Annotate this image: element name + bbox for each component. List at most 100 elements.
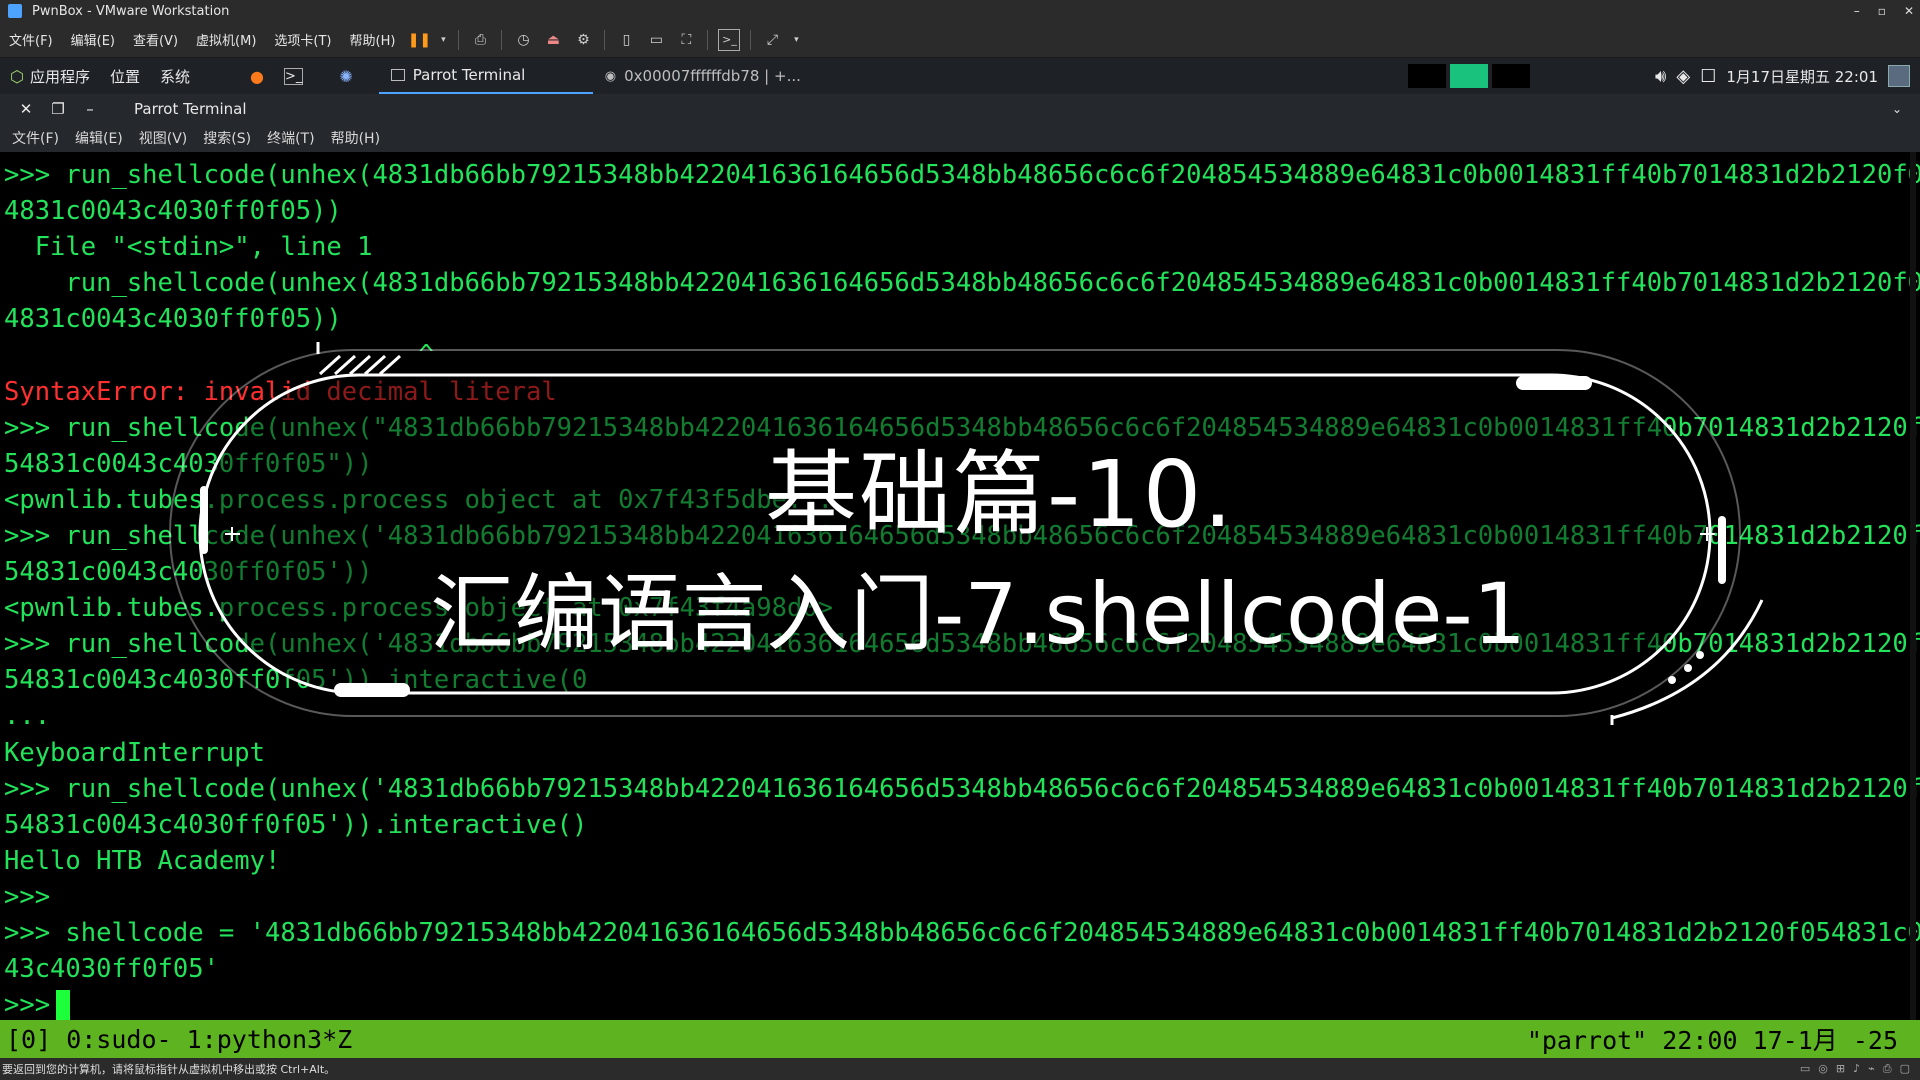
applications-menu[interactable]: ⬡ 应用程序	[0, 66, 100, 87]
terminal-menu-edit[interactable]: 编辑(E)	[67, 128, 131, 148]
toolbar-divider	[501, 29, 503, 50]
firefox-launcher[interactable]: ●	[240, 67, 274, 86]
terminal-line: 43c4030ff0f05'	[4, 954, 219, 985]
places-menu[interactable]: 位置	[100, 66, 150, 87]
console-view-icon[interactable]: >_	[718, 28, 741, 51]
toolbar-divider	[707, 29, 709, 50]
window-controls: – ▫ ✕	[1854, 0, 1914, 22]
terminal-line: 54831c0043c4030ff0f05')).interactive()	[4, 809, 588, 840]
display-icon[interactable]: ▢	[1900, 1062, 1910, 1076]
menu-file[interactable]: 文件(F)	[0, 30, 62, 49]
notification-icon[interactable]: ☐	[1700, 66, 1716, 87]
taskbar-item-terminal[interactable]: Parrot Terminal	[378, 58, 593, 94]
library-view-icon[interactable]: ▯	[615, 29, 637, 51]
terminal-line: 4831c0043c4030ff0f05))	[4, 196, 342, 227]
hdd-icon[interactable]: ▭	[1800, 1062, 1810, 1076]
menu-edit[interactable]: 编辑(E)	[62, 30, 124, 49]
volume-icon[interactable]: 🔊︎	[1655, 66, 1666, 87]
cd-icon[interactable]: ◎	[1818, 1062, 1828, 1076]
snapshot-icon[interactable]: ◷	[512, 29, 534, 51]
menu-view[interactable]: 查看(V)	[124, 30, 187, 49]
terminal-line: 54831c0043c4030ff0f05'))	[4, 557, 373, 588]
terminal-launcher[interactable]: >_	[274, 67, 313, 85]
terminal-line: >>> run_shellcode(unhex('4831db66bb79215…	[4, 629, 1920, 660]
terminal-menu-help[interactable]: 帮助(H)	[323, 128, 388, 148]
terminal-menu-search[interactable]: 搜索(S)	[195, 128, 259, 148]
terminal-line: >>> run_shellcode(unhex("4831db66bb79215…	[4, 412, 1920, 443]
system-menu[interactable]: 系统	[150, 66, 200, 87]
fullscreen-icon[interactable]: ⛶	[675, 29, 697, 51]
terminal-line: <pwnlib.tubes.process.process object at …	[4, 593, 834, 624]
workspace-3[interactable]	[1492, 64, 1530, 88]
system-tray: 🔊︎ ◈ ☐ 1月17日星期五 22:01	[1655, 58, 1910, 94]
terminal-title: Parrot Terminal	[134, 100, 247, 118]
terminal-line: 54831c0043c4030ff0f05')).interactive(0	[4, 665, 588, 696]
terminal-icon: >_	[283, 67, 304, 85]
terminal-line: ^	[4, 340, 434, 371]
chevron-down-icon[interactable]: ⌄	[1892, 102, 1902, 116]
network-adapter-icon[interactable]: ⊞	[1836, 1062, 1845, 1076]
toolbar-divider	[458, 29, 460, 50]
terminal-menu-file[interactable]: 文件(F)	[4, 128, 67, 148]
parrot-cube-icon: ⬡	[10, 66, 24, 86]
vmware-titlebar: PwnBox - VMware Workstation – ▫ ✕	[0, 0, 1920, 22]
prompt: >>>	[4, 990, 51, 1020]
tmux-host-time: "parrot" 22:00 17-1月 -25	[1526, 1026, 1898, 1055]
device-icons: ▭ ◎ ⊞ ♪ ⌁ ⎙ ▢	[1800, 1062, 1910, 1076]
network-icon[interactable]: ◈	[1676, 66, 1690, 87]
vmware-menubar: 文件(F) 编辑(E) 查看(V) 虚拟机(M) 选项卡(T) 帮助(H) ❚❚…	[0, 22, 1920, 58]
terminal-line: KeyboardInterrupt	[4, 737, 265, 768]
minimize-button[interactable]: –	[1854, 4, 1860, 18]
printer-icon[interactable]: ⎙	[1883, 1062, 1892, 1076]
terminal-menu-view[interactable]: 视图(V)	[131, 128, 196, 148]
terminal-menu-terminal[interactable]: 终端(T)	[259, 128, 322, 148]
terminal-line: >>> run_shellcode(unhex(4831db66bb792153…	[4, 160, 1920, 190]
usb-icon[interactable]: ⌁	[1868, 1062, 1875, 1076]
terminal-line: run_shellcode(unhex(4831db66bb79215348bb…	[4, 268, 1920, 299]
minimize-icon[interactable]: –	[74, 100, 106, 118]
scrollbar[interactable]	[1910, 152, 1916, 1020]
terminal-line: >>> run_shellcode(unhex('4831db66bb79215…	[4, 520, 1920, 551]
terminal-line: File "<stdin>", line 1	[4, 232, 373, 263]
applications-label: 应用程序	[29, 67, 90, 86]
taskbar-item-debugger[interactable]: ◉ 0x00007ffffffdb78 | +...	[593, 58, 813, 94]
settings-launcher[interactable]: ✺	[329, 67, 362, 86]
menu-help[interactable]: 帮助(H)	[341, 30, 405, 49]
menu-vm[interactable]: 虚拟机(M)	[187, 30, 265, 49]
maximize-button[interactable]: ▫	[1878, 4, 1886, 18]
dropdown-icon[interactable]: ▾	[791, 29, 801, 51]
thumbnail-view-icon[interactable]: ▭	[645, 29, 667, 51]
toolbar-divider	[604, 29, 606, 50]
stretch-icon[interactable]: ⤢	[761, 29, 783, 51]
terminal-titlebar: ✕ ❐ – Parrot Terminal ⌄	[0, 94, 1920, 124]
window-icon	[390, 69, 405, 81]
send-keys-icon[interactable]: ⎙	[469, 29, 491, 51]
terminal-prompt-line: >>>	[4, 987, 1904, 1020]
terminal-line: >>>	[4, 881, 51, 912]
workspace-switcher	[1408, 64, 1530, 88]
dropdown-icon[interactable]: ▾	[438, 29, 448, 51]
terminal-line: Hello HTB Academy!	[4, 845, 281, 876]
close-button[interactable]: ✕	[1904, 4, 1914, 18]
show-desktop-button[interactable]	[1888, 65, 1910, 87]
window-title: PwnBox - VMware Workstation	[32, 3, 230, 19]
status-hint: 要返回到您的计算机，请将鼠标指针从虚拟机中移出或按 Ctrl+Alt。	[2, 1063, 336, 1076]
clock[interactable]: 1月17日星期五 22:01	[1726, 66, 1878, 87]
sound-icon[interactable]: ♪	[1853, 1062, 1860, 1076]
terminal-line: >>> shellcode = '4831db66bb79215348bb422…	[4, 917, 1920, 948]
terminal-line: <pwnlib.tubes.process.process object at …	[4, 484, 834, 515]
restore-icon[interactable]: ❐	[42, 100, 74, 118]
revert-snapshot-icon[interactable]: ⏏	[542, 29, 564, 51]
menu-tabs[interactable]: 选项卡(T)	[265, 30, 340, 49]
pause-icon[interactable]: ❚❚	[408, 29, 431, 51]
vmware-logo-icon	[8, 4, 22, 18]
workspace-2[interactable]	[1450, 64, 1488, 88]
terminal-output[interactable]: >>> run_shellcode(unhex(4831db66bb792153…	[0, 152, 1920, 1020]
workspace-1[interactable]	[1408, 64, 1446, 88]
terminal-lines: >>> run_shellcode(unhex(4831db66bb792153…	[4, 157, 1920, 1020]
toolbar-divider	[750, 29, 752, 50]
snapshot-manager-icon[interactable]: ⚙	[572, 29, 594, 51]
vmware-statusbar: 要返回到您的计算机，请将鼠标指针从虚拟机中移出或按 Ctrl+Alt。 ▭ ◎ …	[0, 1058, 1920, 1080]
close-icon[interactable]: ✕	[10, 100, 42, 118]
firefox-icon: ●	[250, 66, 264, 86]
